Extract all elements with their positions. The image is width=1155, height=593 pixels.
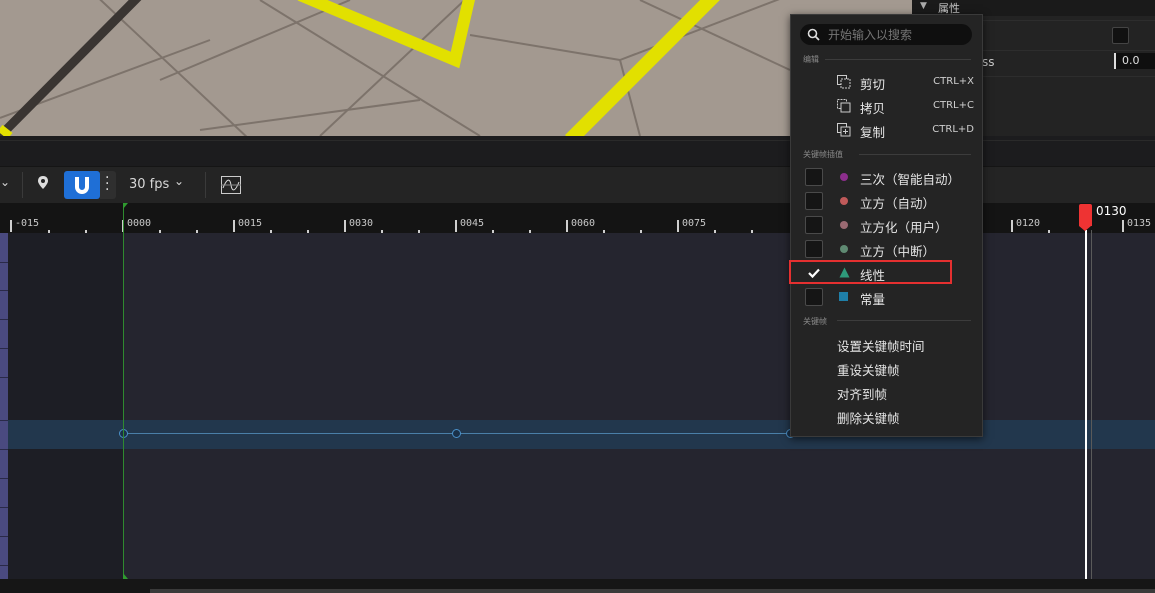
menu-item-label: 常量 xyxy=(860,292,886,307)
menu-item-snap-to-frame[interactable]: 对齐到帧 xyxy=(791,380,982,404)
interp-checkbox[interactable] xyxy=(805,216,823,234)
menu-item-set-key-time[interactable]: 设置关键帧时间 xyxy=(791,332,982,356)
track-color-strip xyxy=(0,233,8,579)
shortcut-label: CTRL+X xyxy=(933,76,974,87)
menu-item-label: 重设关键帧 xyxy=(837,363,900,378)
menu-item-label: 剪切 xyxy=(860,77,886,92)
interp-cubic-auto[interactable]: 立方（自动） xyxy=(791,189,982,213)
ruler-label: 0000 xyxy=(127,218,152,229)
duplicate-icon xyxy=(837,123,851,137)
constant-square-icon xyxy=(839,292,848,301)
snap-toggle-button[interactable] xyxy=(64,171,100,199)
ruler-label: 0135 xyxy=(1127,218,1152,229)
menu-item-label: 立方化（用户） xyxy=(860,220,948,235)
interp-color-icon xyxy=(840,173,848,181)
property-label: ss xyxy=(982,55,995,69)
keyframe-context-menu: 编辑 剪切 CTRL+X 拷贝 CTRL+C 复制 CTRL+D 关键帧插值 三… xyxy=(790,14,983,437)
interp-color-icon xyxy=(840,197,848,205)
interp-cubic-smart-auto[interactable]: 三次（智能自动） xyxy=(791,165,982,189)
interp-cubic-user[interactable]: 立方化（用户） xyxy=(791,213,982,237)
collapse-arrow-icon[interactable]: ▼ xyxy=(920,1,927,11)
chevron-down-icon[interactable]: ⌄ xyxy=(0,175,10,189)
shortcut-label: CTRL+C xyxy=(933,100,974,111)
playhead-line[interactable] xyxy=(1085,230,1087,580)
property-value-field[interactable]: 0.0 xyxy=(1114,53,1155,69)
playhead-handle[interactable] xyxy=(1079,204,1092,231)
ruler-label: 0120 xyxy=(1016,218,1041,229)
end-marker xyxy=(1091,230,1092,580)
ruler-label: 0030 xyxy=(349,218,374,229)
playhead-frame: 0130 xyxy=(1096,204,1127,218)
ruler-label: 0075 xyxy=(682,218,707,229)
snap-options-button[interactable]: · · · xyxy=(100,171,116,199)
start-marker[interactable] xyxy=(123,203,124,579)
fps-selector[interactable]: 30 fps xyxy=(129,177,169,192)
highlight-annotation xyxy=(789,260,952,284)
interp-checkbox[interactable] xyxy=(805,288,823,306)
menu-item-label: 立方（自动） xyxy=(860,196,936,211)
interp-checkbox[interactable] xyxy=(805,192,823,210)
interp-color-icon xyxy=(840,221,848,229)
horizontal-scrollbar[interactable] xyxy=(0,579,1155,593)
ruler-label: 0060 xyxy=(571,218,596,229)
search-icon xyxy=(807,28,820,41)
key-marker-icon[interactable] xyxy=(37,175,49,195)
interp-color-icon xyxy=(840,245,848,253)
section-keyframe-label: 关键帧 xyxy=(803,317,827,326)
more-options-icon: · · · xyxy=(105,170,110,198)
property-checkbox[interactable] xyxy=(1112,27,1129,44)
interp-constant[interactable]: 常量 xyxy=(791,285,982,309)
ruler-label: -015 xyxy=(15,218,40,229)
shortcut-label: CTRL+D xyxy=(932,124,974,135)
menu-item-rekey[interactable]: 重设关键帧 xyxy=(791,356,982,380)
menu-item-copy[interactable]: 拷贝 CTRL+C xyxy=(791,94,982,118)
scrollbar-thumb[interactable] xyxy=(150,589,1155,593)
menu-item-label: 设置关键帧时间 xyxy=(837,339,925,354)
search-input[interactable] xyxy=(826,26,970,44)
menu-item-label: 删除关键帧 xyxy=(837,411,900,426)
copy-icon xyxy=(837,99,851,113)
interp-cubic-break[interactable]: 立方（中断） xyxy=(791,237,982,261)
curve-editor-icon[interactable] xyxy=(221,176,241,198)
ruler-label: 0045 xyxy=(460,218,485,229)
menu-item-label: 拷贝 xyxy=(860,101,886,116)
menu-item-delete-keys[interactable]: 删除关键帧 xyxy=(791,404,982,428)
chevron-down-icon[interactable]: ⌄ xyxy=(174,174,184,188)
interp-checkbox[interactable] xyxy=(805,240,823,258)
section-edit-label: 编辑 xyxy=(803,55,819,64)
menu-item-label: 对齐到帧 xyxy=(837,387,888,402)
menu-item-label: 复制 xyxy=(860,125,886,140)
interp-checkbox[interactable] xyxy=(805,168,823,186)
menu-item-cut[interactable]: 剪切 CTRL+X xyxy=(791,70,982,94)
magnet-icon xyxy=(75,177,89,194)
menu-item-label: 三次（智能自动） xyxy=(860,172,961,187)
cut-icon xyxy=(837,75,851,89)
keyframe[interactable] xyxy=(452,429,461,438)
menu-item-duplicate[interactable]: 复制 CTRL+D xyxy=(791,118,982,142)
pre-roll-region xyxy=(8,233,124,579)
start-flag-icon xyxy=(123,203,128,209)
ruler-label: 0015 xyxy=(238,218,263,229)
menu-search[interactable] xyxy=(800,24,972,45)
section-interp-label: 关键帧插值 xyxy=(803,150,843,159)
menu-item-label: 立方（中断） xyxy=(860,244,936,259)
